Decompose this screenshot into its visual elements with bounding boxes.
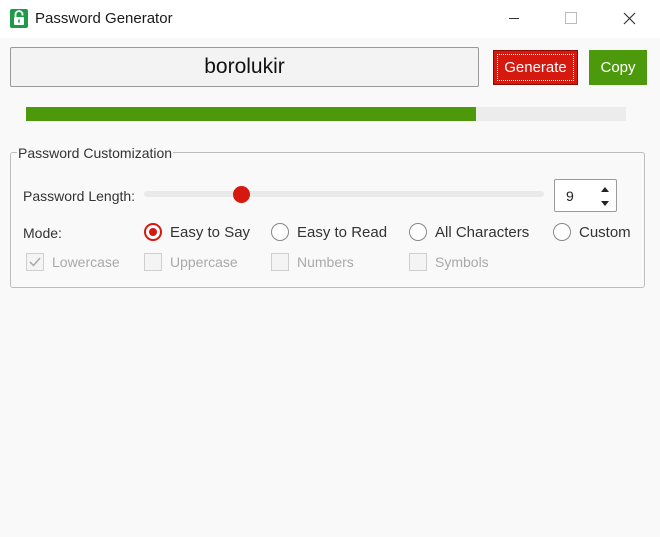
checkbox-box (271, 253, 289, 271)
password-length-slider[interactable] (144, 191, 544, 197)
checkmark-icon (29, 257, 41, 267)
focus-indicator (497, 54, 574, 81)
password-length-slider-thumb[interactable] (233, 186, 250, 203)
radio-circle (271, 223, 289, 241)
radio-dot (149, 228, 157, 236)
minimize-icon (509, 18, 519, 19)
radio-circle (553, 223, 571, 241)
checkbox-label: Uppercase (170, 254, 238, 270)
checkbox-label: Symbols (435, 254, 489, 270)
radio-circle (409, 223, 427, 241)
checkbox-lowercase[interactable]: Lowercase (26, 253, 120, 271)
customization-legend: Password Customization (17, 145, 174, 161)
mode-radio-custom[interactable]: Custom (553, 223, 631, 241)
minimize-button[interactable] (491, 0, 537, 36)
strength-meter (26, 107, 626, 121)
mode-radio-label: All Characters (435, 223, 530, 241)
checkbox-box (144, 253, 162, 271)
maximize-button[interactable] (548, 0, 594, 36)
checkbox-label: Numbers (297, 254, 354, 270)
mode-radio-label: Easy to Read (297, 223, 388, 241)
password-display[interactable]: borolukir (10, 47, 479, 87)
checkbox-box (26, 253, 44, 271)
checkbox-numbers[interactable]: Numbers (271, 253, 354, 271)
radio-circle (144, 223, 162, 241)
lock-icon (10, 9, 28, 28)
mode-radio-label: Custom (579, 223, 631, 241)
checkbox-label: Lowercase (52, 254, 120, 270)
app-window: Password Generator borolukir Generate Co… (0, 0, 660, 537)
spin-down-button[interactable] (599, 197, 611, 209)
password-length-value[interactable]: 9 (566, 188, 574, 204)
mode-radio-easy-to-read[interactable]: Easy to Read (271, 223, 387, 241)
chevron-down-icon (601, 200, 609, 206)
mode-label: Mode: (23, 225, 62, 241)
strength-meter-fill (26, 107, 476, 121)
generate-button[interactable]: Generate (493, 50, 578, 85)
mode-radio-label: Easy to Say (170, 223, 251, 241)
checkbox-symbols[interactable]: Symbols (409, 253, 489, 271)
password-length-label: Password Length: (23, 188, 136, 204)
title-bar[interactable]: Password Generator (0, 0, 660, 38)
copy-button-label: Copy (600, 59, 636, 76)
window-title: Password Generator (35, 10, 173, 27)
copy-button[interactable]: Copy (589, 50, 647, 85)
mode-radio-easy-to-say[interactable]: Easy to Say (144, 223, 250, 241)
chevron-up-icon (601, 186, 609, 192)
spin-up-button[interactable] (599, 183, 611, 195)
close-button[interactable] (606, 0, 652, 36)
password-length-spinbox[interactable]: 9 (554, 179, 617, 212)
maximize-icon (565, 12, 577, 24)
checkbox-box (409, 253, 427, 271)
checkbox-uppercase[interactable]: Uppercase (144, 253, 238, 271)
close-icon (623, 12, 635, 24)
mode-radio-all-characters[interactable]: All Characters (409, 223, 529, 241)
